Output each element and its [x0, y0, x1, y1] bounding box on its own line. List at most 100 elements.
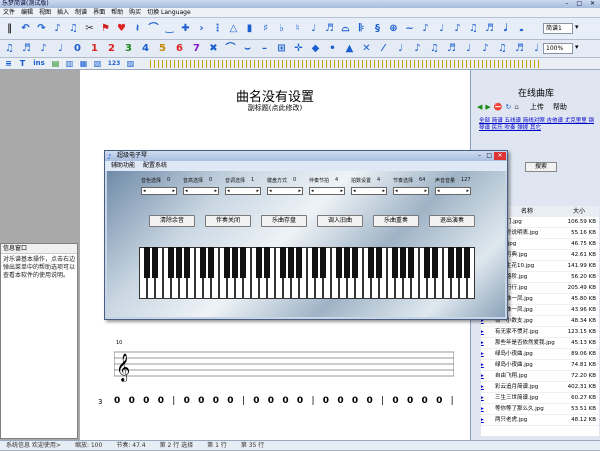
- slur-icon[interactable]: ⌒: [147, 22, 160, 35]
- back-icon[interactable]: ◀: [477, 103, 482, 111]
- file-row[interactable]: ▸ 等你等了那么久.jpg 53.51 KB: [481, 404, 599, 415]
- slash-tool-icon[interactable]: ⁄: [377, 42, 390, 55]
- accent-icon[interactable]: ›: [195, 22, 208, 35]
- grace-icon[interactable]: ♪: [419, 22, 432, 35]
- control-slider[interactable]: ◂ ▸: [393, 187, 429, 195]
- upload-link[interactable]: 上传: [530, 102, 544, 112]
- clear-sustain-button[interactable]: 清除余音: [149, 215, 195, 227]
- note[interactable]: 0: [253, 396, 259, 406]
- dialog-close-icon[interactable]: ✕: [494, 152, 506, 160]
- control-slider[interactable]: ◂ ▸: [309, 187, 345, 195]
- save-song-button[interactable]: 乐曲存盘: [261, 215, 307, 227]
- beam-icon[interactable]: ♫: [67, 22, 80, 35]
- menu-insert[interactable]: 插入: [57, 8, 69, 17]
- note-tool-icon[interactable]: ♬: [20, 42, 33, 55]
- note[interactable]: 0: [436, 396, 442, 406]
- download-icon[interactable]: ▸: [481, 338, 495, 348]
- format-icon[interactable]: ▤: [50, 58, 61, 69]
- black-key[interactable]: [296, 247, 302, 278]
- sixteenth-tool-icon[interactable]: ♬: [513, 42, 526, 55]
- arrow-left-icon[interactable]: ◂: [437, 188, 440, 194]
- file-row[interactable]: ▸ 有无家不惯对.jpg 123.15 KB: [481, 327, 599, 338]
- segno-icon[interactable]: §: [371, 22, 384, 35]
- file-name[interactable]: 有无家不惯对.jpg: [495, 327, 559, 337]
- arrow-left-icon[interactable]: ◂: [143, 188, 146, 194]
- arrow-right-icon[interactable]: ▸: [466, 188, 469, 194]
- download-icon[interactable]: ▸: [481, 371, 495, 381]
- quarter-tool-icon[interactable]: ♩: [394, 42, 407, 55]
- file-row[interactable]: ▸ 彩云追月简谱.jpg 402.31 KB: [481, 382, 599, 393]
- download-icon[interactable]: ▸: [481, 382, 495, 392]
- number-5-button[interactable]: 5: [156, 42, 169, 55]
- arrow-right-icon[interactable]: ▸: [214, 188, 217, 194]
- eighth-tool-icon[interactable]: ♪: [411, 42, 424, 55]
- quarter-tool-icon[interactable]: ♩: [530, 42, 543, 55]
- flag-icon[interactable]: ⚑: [99, 22, 112, 35]
- redo-icon[interactable]: ↷: [35, 22, 48, 35]
- black-key[interactable]: [344, 247, 350, 278]
- file-row[interactable]: ▸ 绿岛小夜曲.jpg 89.06 KB: [481, 349, 599, 360]
- window-controls[interactable]: – □ ✕: [565, 0, 598, 8]
- dot-tool-icon[interactable]: •: [326, 42, 339, 55]
- diamond-tool-icon[interactable]: ◆: [309, 42, 322, 55]
- note[interactable]: 0: [114, 396, 120, 406]
- heart-icon[interactable]: ♥: [115, 22, 128, 35]
- note[interactable]: 0: [282, 396, 288, 406]
- dialog-menu-config[interactable]: 配置系统: [143, 161, 167, 171]
- black-key[interactable]: [240, 247, 246, 278]
- control-slider[interactable]: ◂ ▸: [225, 187, 261, 195]
- black-key[interactable]: [424, 247, 430, 278]
- undo-icon[interactable]: ↶: [19, 22, 32, 35]
- beam-tool-icon[interactable]: ♫: [428, 42, 441, 55]
- black-key[interactable]: [176, 247, 182, 278]
- black-key[interactable]: [152, 247, 158, 278]
- bar-icon[interactable]: ▮: [243, 22, 256, 35]
- note[interactable]: 0: [297, 396, 303, 406]
- black-key[interactable]: [376, 247, 382, 278]
- control-slider[interactable]: ◂ ▸: [351, 187, 387, 195]
- black-key[interactable]: [336, 247, 342, 278]
- beam3-icon[interactable]: ♬: [483, 22, 496, 35]
- file-name[interactable]: 那些年是否依然爱我.jpg: [495, 338, 559, 348]
- black-key[interactable]: [392, 247, 398, 278]
- sixteenth-tool-icon[interactable]: ♬: [445, 42, 458, 55]
- quarter-icon[interactable]: ♩: [435, 22, 448, 35]
- whole-icon[interactable]: 𝅝: [515, 22, 528, 35]
- grid-tool-icon[interactable]: ⊞: [275, 42, 288, 55]
- refresh-icon[interactable]: ↻: [506, 103, 512, 111]
- forward-icon[interactable]: ▶: [485, 103, 490, 111]
- black-key[interactable]: [400, 247, 406, 278]
- flat-icon[interactable]: ♭: [275, 22, 288, 35]
- download-icon[interactable]: ▸: [481, 327, 495, 337]
- note[interactable]: 0: [227, 396, 233, 406]
- dialog-maximize-icon[interactable]: □: [486, 151, 492, 161]
- note-tool-icon[interactable]: ♩: [54, 42, 67, 55]
- note[interactable]: 0: [366, 396, 372, 406]
- accompaniment-off-button[interactable]: 伴奏关闭: [205, 215, 251, 227]
- num-button[interactable]: 123: [106, 58, 122, 69]
- note-icon[interactable]: ♪: [51, 22, 64, 35]
- black-key[interactable]: [184, 247, 190, 278]
- file-row[interactable]: ▸ 自由飞翔.jpg 72.20 KB: [481, 371, 599, 382]
- arrow-left-icon[interactable]: ◂: [395, 188, 398, 194]
- tie-icon[interactable]: ‿: [163, 22, 176, 35]
- pause-icon[interactable]: ‖: [3, 22, 16, 35]
- format-icon[interactable]: ▦: [78, 58, 89, 69]
- cut-icon[interactable]: ✂: [83, 22, 96, 35]
- black-key[interactable]: [288, 247, 294, 278]
- file-name[interactable]: 三生三世简谱.jpg: [495, 393, 559, 403]
- text-icon[interactable]: T: [17, 58, 28, 69]
- black-key[interactable]: [352, 247, 358, 278]
- note[interactable]: 0: [213, 396, 219, 406]
- black-key[interactable]: [256, 247, 262, 278]
- note[interactable]: 0: [337, 396, 343, 406]
- note[interactable]: 0: [129, 396, 135, 406]
- arrow-left-icon[interactable]: ◂: [185, 188, 188, 194]
- file-name[interactable]: 自由飞翔.jpg: [495, 371, 559, 381]
- number-7-button[interactable]: 7: [190, 42, 203, 55]
- number-1-button[interactable]: 1: [88, 42, 101, 55]
- trill-icon[interactable]: ~: [403, 22, 416, 35]
- black-key[interactable]: [232, 247, 238, 278]
- format-icon[interactable]: ▥: [64, 58, 75, 69]
- zoom-select[interactable]: 100%: [543, 43, 573, 54]
